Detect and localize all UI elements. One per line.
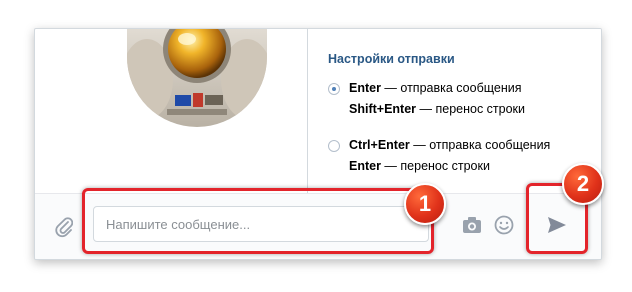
option-line-1: Enter — отправка сообщения (349, 81, 522, 95)
astronaut-sticker-icon (127, 29, 267, 127)
option-line-2: Enter — перенос строки (349, 159, 490, 173)
option-key: Enter (349, 81, 381, 95)
paperclip-icon[interactable] (55, 216, 74, 243)
radio-ctrl-enter-send[interactable] (328, 140, 340, 152)
option-key: Shift+Enter (349, 102, 417, 116)
option-key: Ctrl+Enter (349, 138, 410, 152)
option-line-1: Ctrl+Enter — отправка сообщения (349, 138, 550, 152)
send-settings-popup: Настройки отправки Enter — отправка сооб… (307, 29, 601, 193)
radio-enter-send[interactable] (328, 83, 340, 95)
smiley-icon[interactable] (494, 215, 514, 240)
send-option-enter[interactable]: Enter — отправка сообщения Shift+Enter —… (328, 81, 588, 119)
option-desc: — отправка сообщения (380, 81, 522, 95)
option-desc: — перенос строки (416, 102, 526, 116)
input-highlight-frame (82, 188, 434, 254)
step-badge-1: 1 (404, 183, 446, 225)
option-line-2: Shift+Enter — перенос строки (349, 102, 525, 116)
option-desc: — отправка сообщения (409, 138, 551, 152)
send-option-ctrl-enter[interactable]: Ctrl+Enter — отправка сообщения Enter — … (328, 138, 588, 176)
option-desc: — перенос строки (380, 159, 490, 173)
camera-icon[interactable] (462, 216, 482, 239)
option-key: Enter (349, 159, 381, 173)
send-settings-title: Настройки отправки (328, 52, 455, 66)
step-badge-2: 2 (562, 163, 604, 205)
